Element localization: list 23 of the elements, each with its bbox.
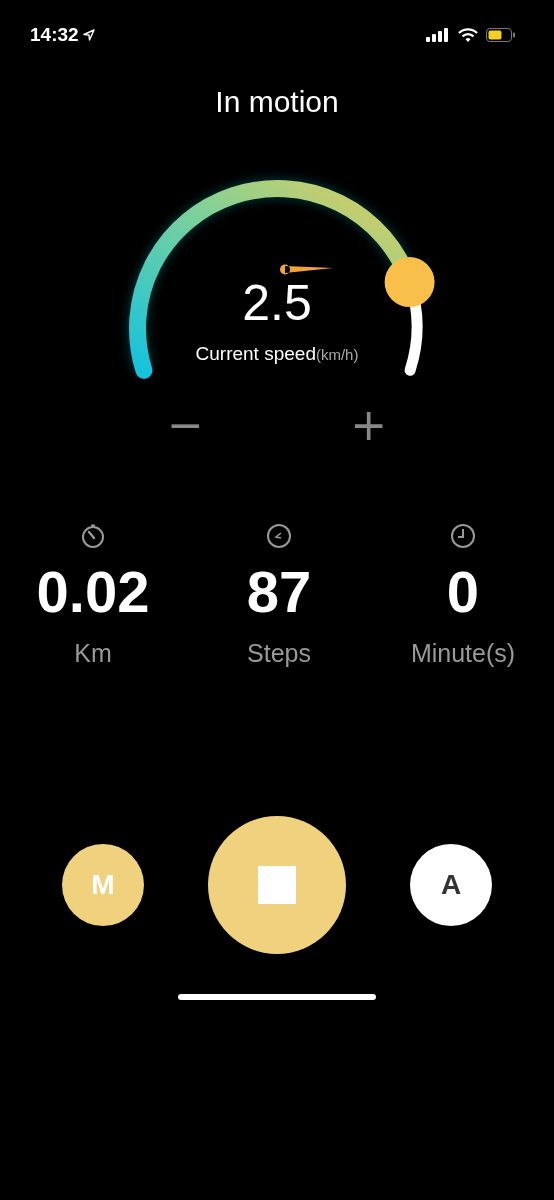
- stat-value: 0: [446, 561, 480, 623]
- gauge-icon: [266, 523, 292, 549]
- stat-value: 87: [246, 561, 312, 623]
- speed-value: 2.5: [242, 275, 312, 331]
- stat-label: Steps: [247, 639, 311, 668]
- signal-icon: [426, 28, 450, 42]
- stat-label: Minute(s): [410, 639, 516, 668]
- battery-icon: [486, 28, 516, 42]
- stat-label: Km: [74, 639, 112, 668]
- stopwatch-icon: [80, 523, 106, 549]
- location-arrow-icon: [82, 29, 95, 41]
- status-time: 14:32: [30, 24, 79, 46]
- screen-title: In motion: [215, 84, 339, 120]
- increase-button[interactable]: +: [346, 401, 391, 449]
- clock-icon: [450, 523, 476, 549]
- wifi-icon: [458, 28, 478, 42]
- speed-unit: (km/h): [315, 346, 359, 363]
- decrease-button[interactable]: −: [163, 401, 208, 449]
- stat-value: 0.02: [36, 561, 150, 623]
- speed-thumb[interactable]: [384, 257, 435, 308]
- speed-label: Current speed: [195, 343, 316, 365]
- mode-button[interactable]: A: [410, 844, 492, 926]
- stop-icon: [258, 866, 296, 904]
